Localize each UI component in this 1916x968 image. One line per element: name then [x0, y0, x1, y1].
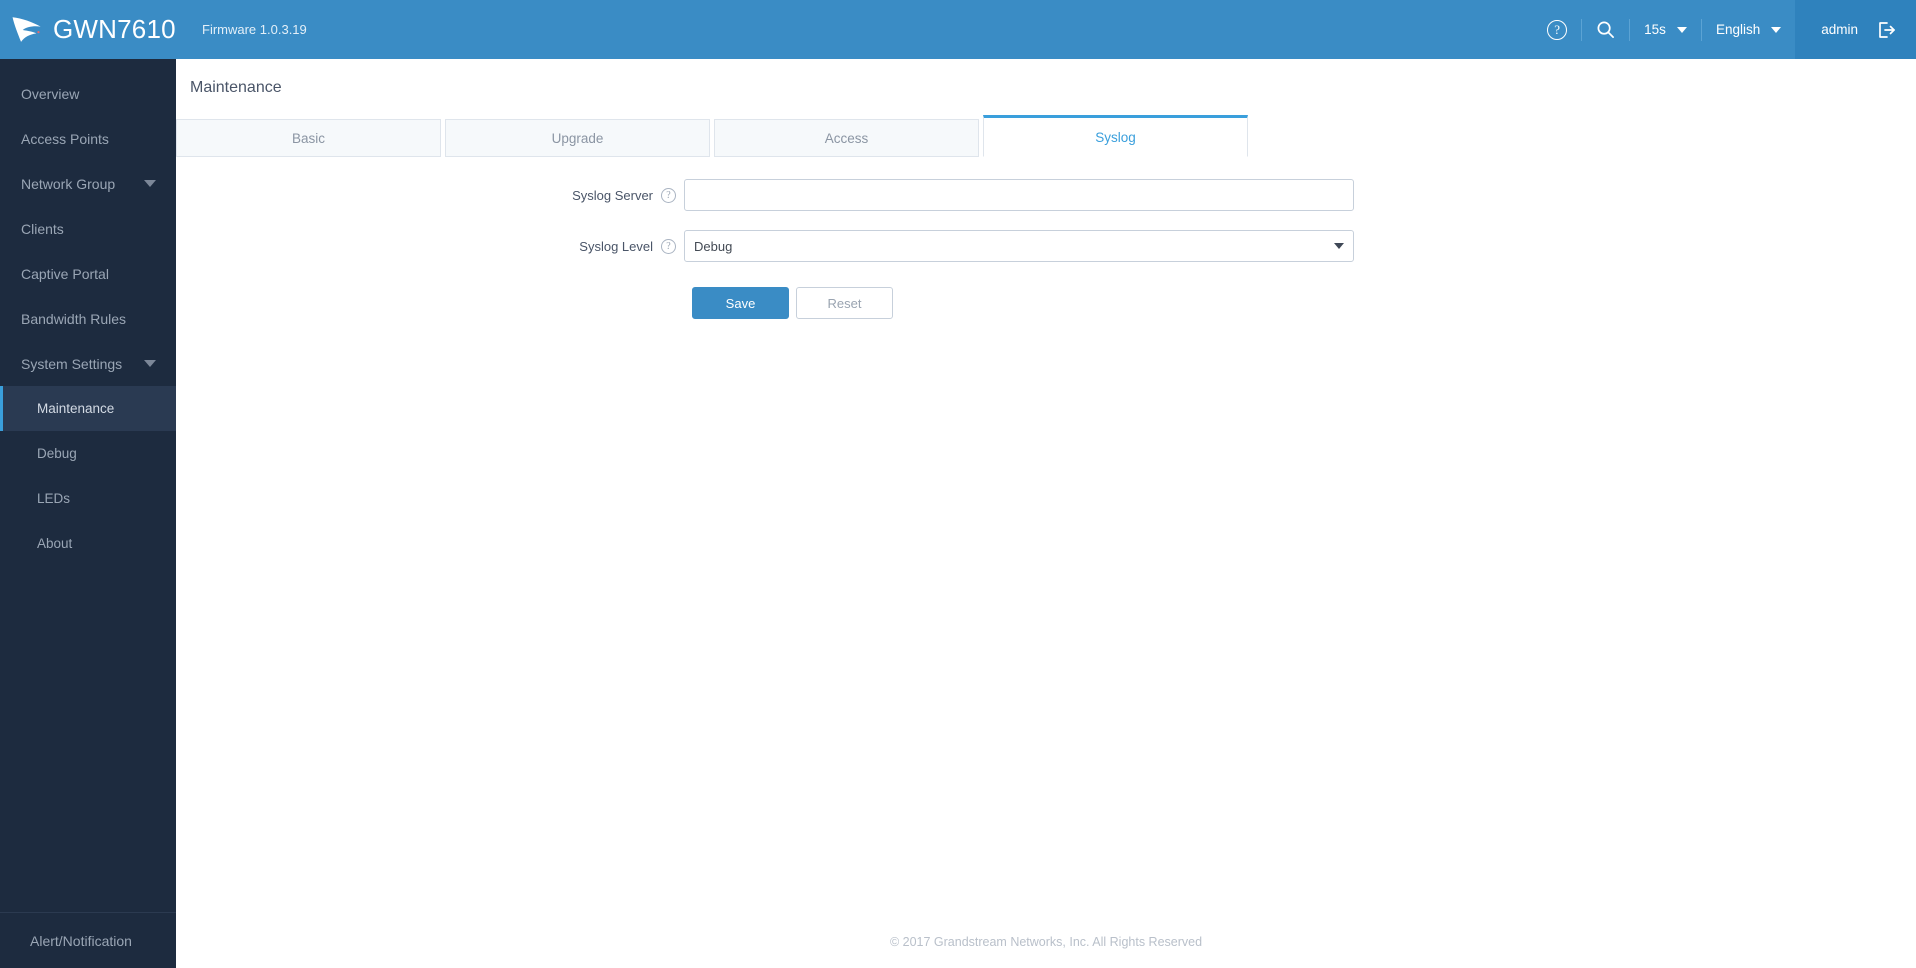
sidebar-item-label: Network Group: [21, 175, 116, 192]
reset-button[interactable]: Reset: [796, 287, 893, 319]
firmware-version: Firmware 1.0.3.19: [202, 22, 307, 37]
sidebar-item-label: Access Points: [21, 130, 109, 147]
copyright-text: © 2017 Grandstream Networks, Inc. All Ri…: [889, 935, 1203, 949]
tab-label: Basic: [291, 130, 325, 146]
sidebar-item-label: Overview: [21, 85, 80, 102]
user-name: admin: [1821, 22, 1858, 37]
save-button[interactable]: Save: [692, 287, 789, 319]
search-icon: [1597, 21, 1615, 38]
syslog-server-row: Syslog Server ?: [176, 179, 1916, 211]
sidebar-item-label: About: [37, 536, 73, 551]
tab-label: Upgrade: [551, 130, 604, 146]
app-header: GWN7610 Firmware 1.0.3.19 ? 15s English …: [0, 0, 1916, 59]
header-actions: ? 15s English admin: [1533, 0, 1916, 59]
tab-access[interactable]: Access: [714, 119, 979, 157]
tab-bar: Basic Upgrade Access Syslog: [176, 115, 1916, 157]
user-menu[interactable]: admin: [1795, 0, 1916, 59]
help-icon[interactable]: ?: [661, 238, 676, 254]
tab-syslog[interactable]: Syslog: [983, 115, 1248, 157]
chevron-down-icon: [1676, 26, 1687, 33]
sidebar-item-system-settings[interactable]: System Settings: [0, 341, 176, 386]
brand: GWN7610: [0, 13, 176, 47]
chevron-down-icon: [1771, 26, 1782, 33]
syslog-server-input[interactable]: [684, 179, 1354, 211]
chevron-down-icon: [144, 360, 156, 367]
refresh-interval-value: 15s: [1644, 22, 1666, 37]
refresh-interval-dropdown[interactable]: 15s: [1630, 0, 1701, 59]
language-value: English: [1715, 22, 1761, 37]
sidebar-item-label: Captive Portal: [21, 265, 109, 282]
form-actions: Save Reset: [176, 287, 1916, 319]
syslog-level-label-group: Syslog Level ?: [176, 238, 684, 254]
help-button[interactable]: ?: [1533, 0, 1581, 59]
sidebar-item-label: Bandwidth Rules: [21, 310, 127, 327]
sidebar-item-label: Clients: [21, 220, 64, 237]
help-circle-icon: ?: [1547, 19, 1568, 40]
sidebar-nav: Overview Access Points Network Group Client…: [0, 59, 176, 912]
alert-notification-label: Alert/Notification: [30, 932, 132, 949]
tab-upgrade[interactable]: Upgrade: [445, 119, 710, 157]
tab-label: Access: [824, 130, 869, 146]
sidebar-item-label: System Settings: [21, 355, 123, 372]
chevron-down-icon: [144, 180, 156, 187]
syslog-form: Syslog Server ? Syslog Level ? Debug Sav…: [176, 157, 1916, 319]
sidebar-item-clients[interactable]: Clients: [0, 206, 176, 251]
sidebar-item-maintenance[interactable]: Maintenance: [0, 386, 176, 431]
grandstream-logo-icon: [12, 16, 41, 42]
sidebar-item-alert-notification[interactable]: Alert/Notification: [0, 912, 176, 968]
main-content: Maintenance Basic Upgrade Access Syslog Sys…: [176, 59, 1916, 968]
sidebar-item-captive-portal[interactable]: Captive Portal: [0, 251, 176, 296]
syslog-level-value: Debug: [694, 238, 733, 254]
chevron-down-icon[interactable]: [1334, 243, 1344, 249]
sidebar-item-overview[interactable]: Overview: [0, 71, 176, 116]
syslog-server-label: Syslog Server: [572, 187, 653, 203]
sidebar: Overview Access Points Network Group Client…: [0, 59, 176, 968]
tab-label: Syslog: [1095, 129, 1136, 145]
help-icon[interactable]: ?: [661, 187, 676, 203]
sidebar-item-leds[interactable]: LEDs: [0, 476, 176, 521]
sidebar-item-access-points[interactable]: Access Points: [0, 116, 176, 161]
syslog-level-select-wrap: Debug: [684, 230, 1354, 262]
language-dropdown[interactable]: English: [1702, 0, 1795, 59]
sidebar-item-label: Debug: [37, 446, 77, 461]
sidebar-item-about[interactable]: About: [0, 521, 176, 566]
brand-name: GWN7610: [53, 14, 176, 44]
sidebar-item-label: Maintenance: [37, 401, 115, 416]
search-button[interactable]: [1582, 0, 1629, 59]
syslog-server-label-group: Syslog Server ?: [176, 187, 684, 203]
syslog-level-select[interactable]: Debug: [684, 230, 1354, 262]
footer: © 2017 Grandstream Networks, Inc. All Ri…: [176, 916, 1916, 968]
sidebar-item-debug[interactable]: Debug: [0, 431, 176, 476]
syslog-level-label: Syslog Level: [579, 238, 653, 254]
page-title: Maintenance: [190, 79, 282, 96]
logout-icon[interactable]: [1876, 20, 1896, 40]
syslog-level-row: Syslog Level ? Debug: [176, 230, 1916, 262]
tab-basic[interactable]: Basic: [176, 119, 441, 157]
sidebar-item-bandwidth-rules[interactable]: Bandwidth Rules: [0, 296, 176, 341]
sidebar-item-label: LEDs: [37, 491, 71, 506]
sidebar-item-network-group[interactable]: Network Group: [0, 161, 176, 206]
